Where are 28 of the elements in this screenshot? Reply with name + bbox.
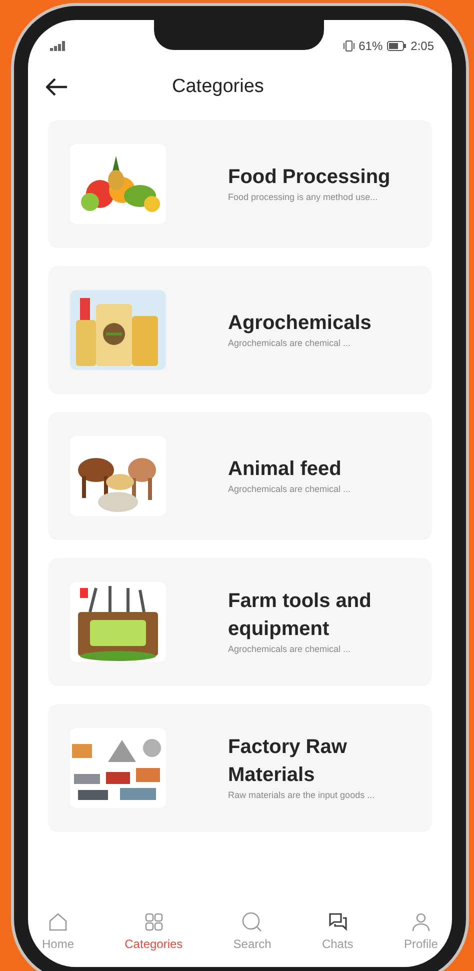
back-arrow-icon[interactable] xyxy=(46,78,68,96)
category-card[interactable]: Agrochemicals Agrochemicals are chemical ... xyxy=(48,266,432,394)
battery-icon xyxy=(386,41,407,51)
home-icon xyxy=(47,911,69,933)
category-description: Agrochemicals are chemical ... xyxy=(228,337,352,350)
page-title: Categories xyxy=(172,74,264,99)
clock-time: 2:05 xyxy=(410,38,434,55)
category-title: Agrochemicals xyxy=(228,311,372,336)
category-title: Food Processing xyxy=(228,165,392,190)
battery-percent: 61% xyxy=(358,38,383,55)
profile-icon xyxy=(410,911,432,933)
category-title: Animal feed xyxy=(228,457,342,482)
category-card[interactable]: Animal feed Agrochemicals are chemical ... xyxy=(48,412,432,540)
category-description: Raw materials are the input goods ... xyxy=(228,789,376,802)
category-title: Farm tools and equipment xyxy=(228,589,372,642)
search-icon xyxy=(241,911,264,933)
chat-bubbles-icon xyxy=(326,911,349,933)
category-card[interactable]: Factory Raw Materials Raw materials are the input goods ... xyxy=(48,704,432,832)
nav-tab[interactable]: Categories xyxy=(120,911,187,953)
category-card[interactable]: Farm tools and equipment Agrochemicals are chemical ... xyxy=(48,558,432,686)
vibrate-icon xyxy=(342,40,355,52)
grid-icon xyxy=(142,911,165,933)
category-card[interactable]: Food Processing Food processing is any method use... xyxy=(48,120,432,248)
category-description: Agrochemicals are chemical ... xyxy=(228,643,352,656)
category-description: Agrochemicals are chemical ... xyxy=(228,483,352,496)
signal-icon xyxy=(50,41,66,51)
category-description: Food processing is any method use... xyxy=(228,191,379,204)
category-title: Factory Raw Materials xyxy=(228,735,348,788)
